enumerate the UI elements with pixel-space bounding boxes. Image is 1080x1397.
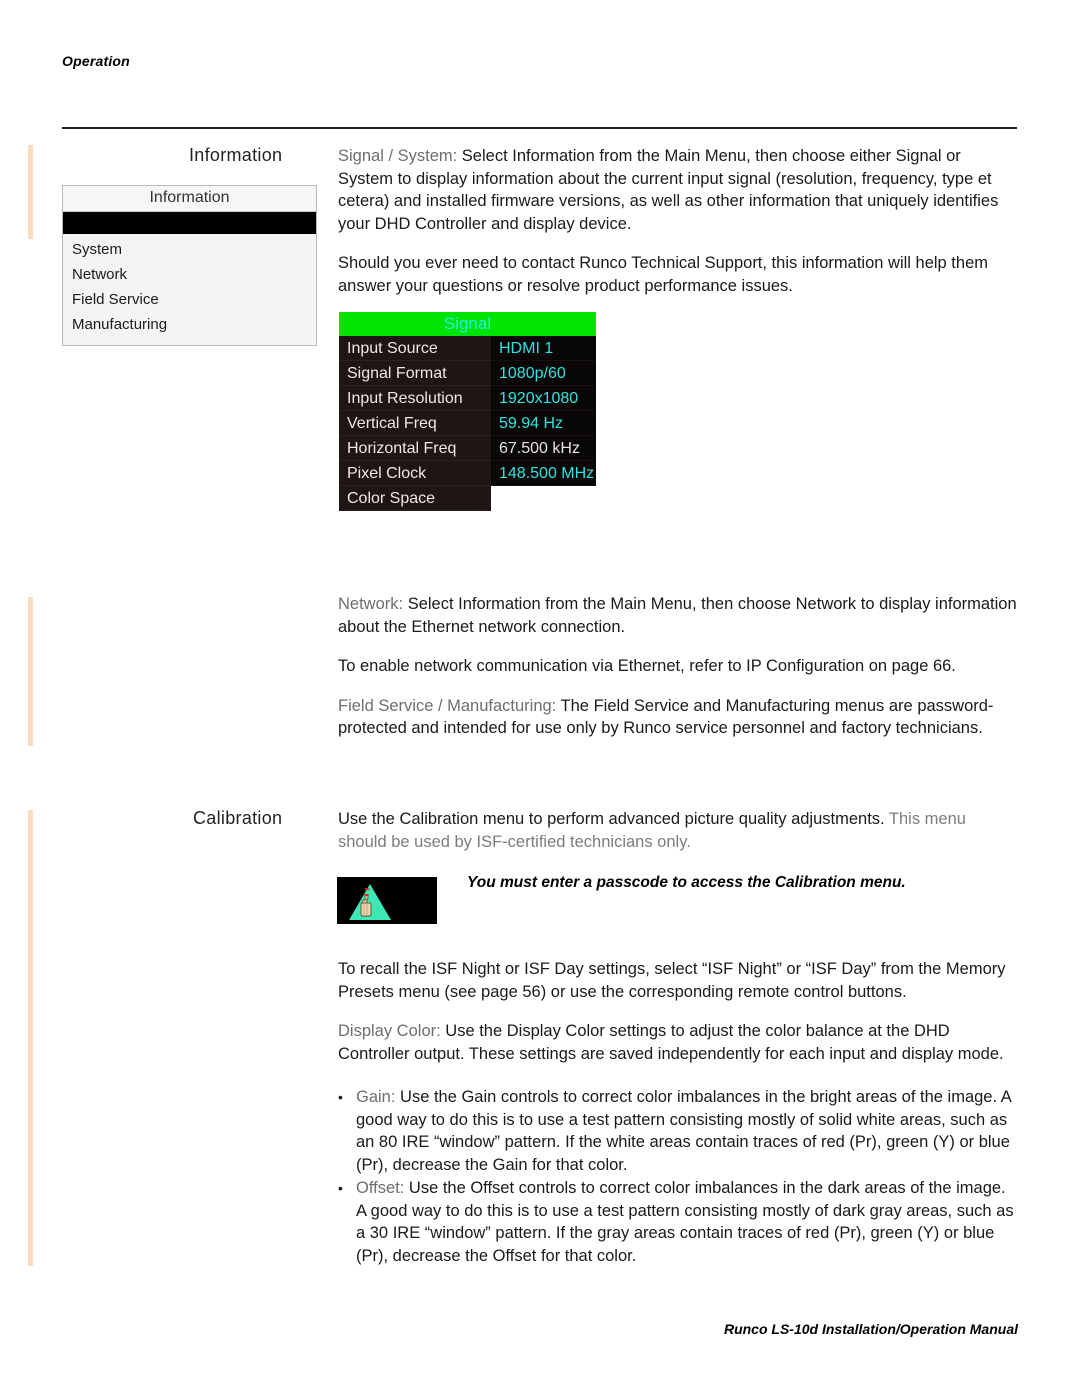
paragraph-text: Use the Calibration menu to perform adva…	[338, 810, 889, 828]
information-body-bottom: Network: Select Information from the Mai…	[338, 593, 1018, 757]
change-bar	[28, 810, 33, 1266]
osd-key-color-space: Color Space	[339, 486, 491, 511]
bullet-gain: • Gain: Use the Gain controls to correct…	[338, 1086, 1018, 1176]
osd-row: Pixel Clock 148.500 MHz	[339, 461, 596, 486]
signal-osd-panel: Signal Input Source HDMI 1 Signal Format…	[339, 312, 596, 511]
bullet-marker: •	[338, 1180, 343, 1196]
osd-value-signal-format: 1080p/60	[491, 361, 596, 386]
paragraph-text: Select Information from the Main Menu, t…	[338, 595, 1017, 636]
paragraph-isf-recall: To recall the ISF Night or ISF Day setti…	[338, 958, 1018, 1003]
osd-row: Vertical Freq 59.94 Hz	[339, 411, 596, 436]
paragraph-text: To enable network communication via Ethe…	[338, 657, 956, 675]
osd-key-input-resolution: Input Resolution	[339, 386, 491, 411]
section-heading-calibration: Calibration	[193, 808, 283, 828]
osd-key-input-source: Input Source	[339, 336, 491, 361]
footer-manual-title: Runco LS-10d Installation/Operation Manu…	[723, 1321, 1018, 1337]
bullet-text-rest: Use the Offset controls to correct color…	[356, 1179, 1014, 1265]
osd-key-horizontal-freq: Horizontal Freq	[339, 436, 491, 461]
osd-value-input-resolution: 1920x1080	[491, 386, 596, 411]
bullet-text-rest: Use the Gain controls to correct color i…	[356, 1088, 1011, 1174]
reminder-string-on-finger-icon	[337, 877, 437, 924]
osd-key-vertical-freq: Vertical Freq	[339, 411, 491, 436]
osd-value-horizontal-freq: 67.500 kHz	[491, 436, 596, 461]
section-heading-information: Information	[189, 145, 283, 165]
information-menu-screenshot: Information System Network Field Service…	[62, 185, 317, 346]
osd-key-signal-format: Signal Format	[339, 361, 491, 386]
osd-value-vertical-freq: 59.94 Hz	[491, 411, 596, 436]
information-body-top: Signal / System: Select Information from…	[338, 145, 1018, 314]
osd-row: Signal Format 1080p/60	[339, 361, 596, 386]
information-menu-list: System Network Field Service Manufacturi…	[63, 234, 316, 345]
paragraph-lead: Field Service / Manufacturing:	[338, 696, 557, 715]
osd-key-pixel-clock: Pixel Clock	[339, 461, 491, 486]
menu-item-manufacturing[interactable]: Manufacturing	[63, 312, 316, 337]
calibration-intro: Use the Calibration menu to perform adva…	[338, 808, 1018, 870]
calibration-body: To recall the ISF Night or ISF Day setti…	[338, 958, 1018, 1082]
paragraph-text: Should you ever need to contact Runco Te…	[338, 254, 988, 295]
osd-value-input-source: HDMI 1	[491, 336, 596, 361]
paragraph-signal-system: Signal / System: Select Information from…	[338, 145, 1018, 235]
osd-title-signal: Signal	[339, 312, 596, 336]
change-bar	[28, 145, 33, 239]
osd-rows: Input Source HDMI 1 Signal Format 1080p/…	[339, 336, 596, 511]
osd-row: Horizontal Freq 67.500 kHz	[339, 436, 596, 461]
paragraph-field-service: Field Service / Manufacturing: The Field…	[338, 695, 1018, 740]
paragraph-support: Should you ever need to contact Runco Te…	[338, 252, 1018, 297]
menu-item-field-service[interactable]: Field Service	[63, 287, 316, 312]
paragraph-ip-configuration: To enable network communication via Ethe…	[338, 655, 1018, 678]
menu-item-network[interactable]: Network	[63, 262, 316, 287]
bullet-offset: • Offset: Use the Offset controls to cor…	[338, 1177, 1018, 1267]
menu-item-system[interactable]: System	[63, 237, 316, 262]
osd-row: Color Space	[339, 486, 596, 511]
passcode-note: You must enter a passcode to access the …	[467, 874, 906, 891]
header-rule	[62, 127, 1017, 129]
bullet-lead: Offset:	[356, 1179, 405, 1197]
bullet-body: Offset: Use the Offset controls to corre…	[356, 1177, 1018, 1267]
paragraph-display-color: Display Color: Use the Display Color set…	[338, 1020, 1018, 1065]
bullet-marker: •	[338, 1089, 343, 1105]
paragraph-lead: Display Color:	[338, 1022, 441, 1040]
osd-row: Input Resolution 1920x1080	[339, 386, 596, 411]
paragraph-network: Network: Select Information from the Mai…	[338, 593, 1018, 638]
paragraph-calibration-intro: Use the Calibration menu to perform adva…	[338, 808, 1018, 853]
osd-row: Input Source HDMI 1	[339, 336, 596, 361]
change-bar	[28, 597, 33, 746]
paragraph-text: To recall the ISF Night or ISF Day setti…	[338, 960, 1006, 1001]
osd-value-pixel-clock: 148.500 MHz	[491, 461, 596, 486]
paragraph-lead: Network:	[338, 595, 404, 613]
running-head: Operation	[62, 53, 130, 69]
osd-value-color-space	[491, 486, 596, 511]
information-menu-title: Information	[63, 186, 316, 212]
paragraph-lead: Signal / System:	[338, 147, 458, 165]
bullet-body: Gain: Use the Gain controls to correct c…	[356, 1086, 1018, 1176]
bullet-lead: Gain:	[356, 1088, 396, 1106]
information-menu-selected-row[interactable]	[63, 212, 316, 234]
